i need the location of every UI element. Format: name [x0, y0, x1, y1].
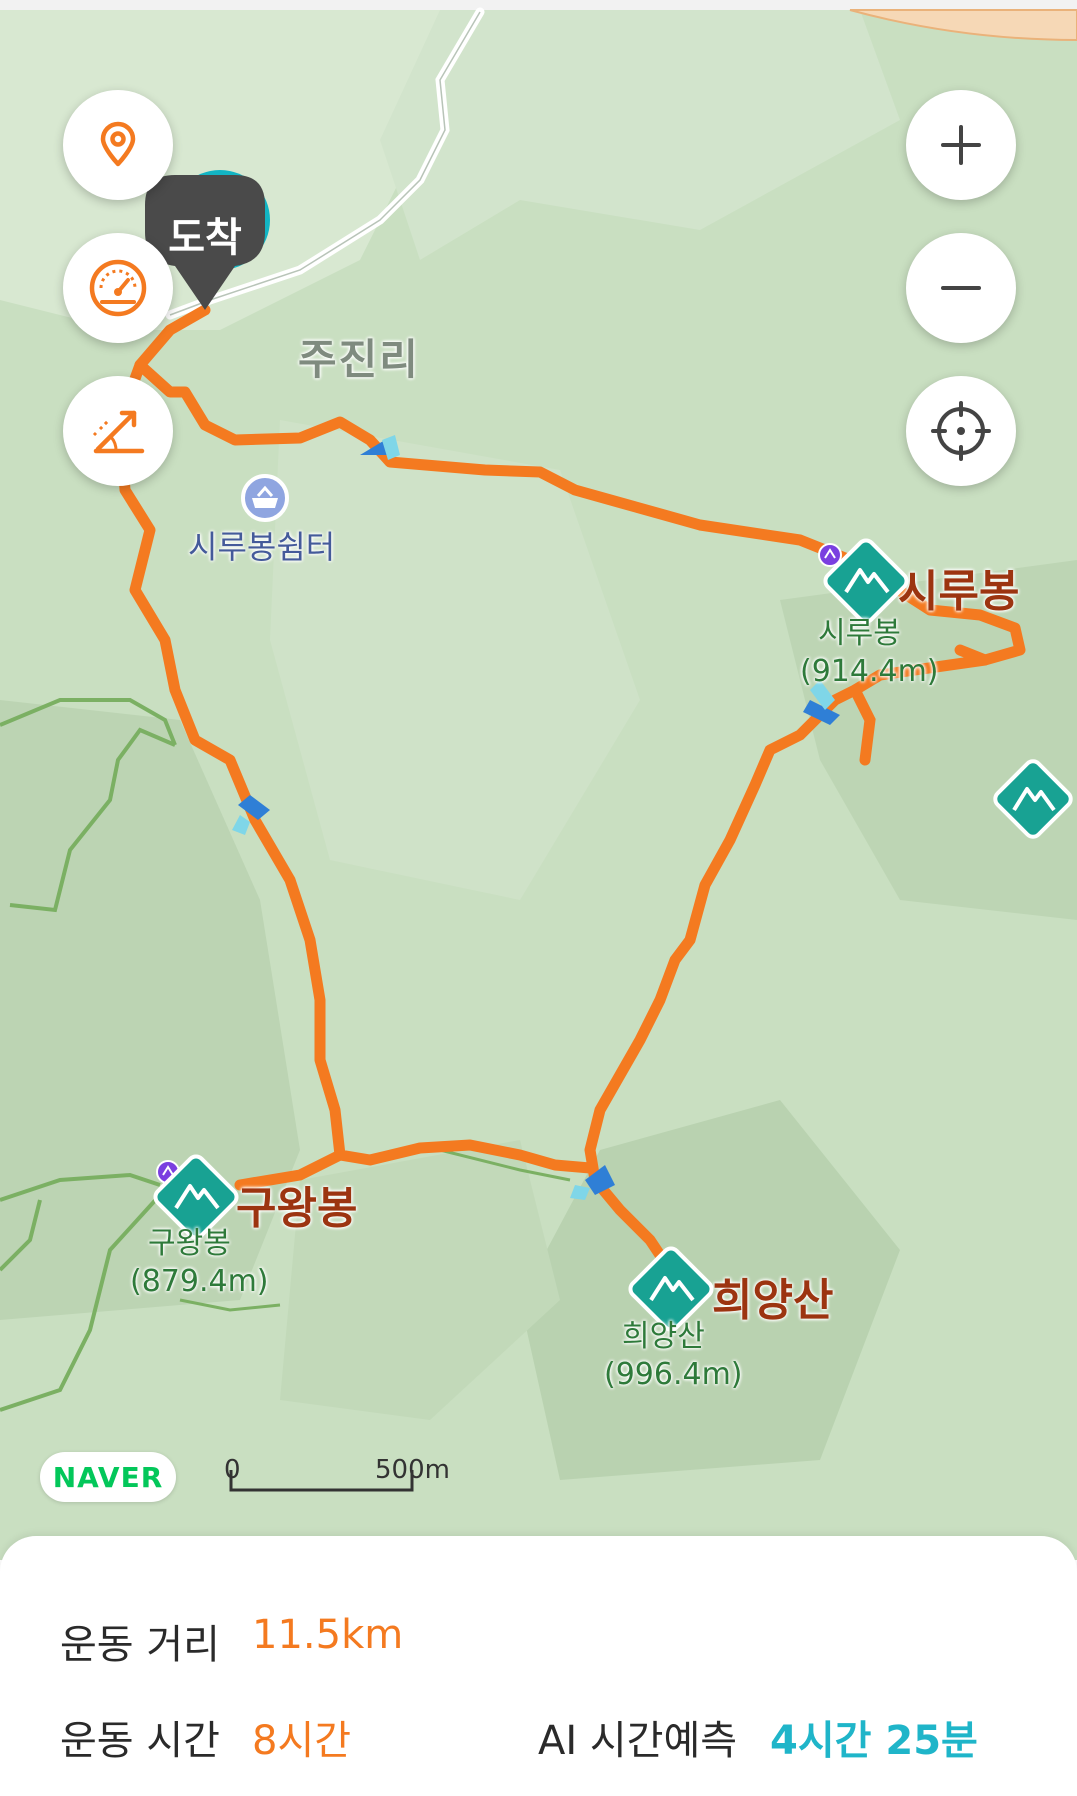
- time-value: 8시간: [252, 1718, 352, 1764]
- speedometer-icon: [89, 259, 147, 317]
- peak-elevation-1: (914.4m): [800, 654, 939, 689]
- shelter-label: 시루봉쉼터: [188, 528, 336, 566]
- distance-label: 운동 거리: [60, 1622, 220, 1668]
- distance-value: 11.5km: [252, 1612, 404, 1658]
- location-button[interactable]: [63, 90, 173, 200]
- zoom-out-button[interactable]: [906, 233, 1016, 343]
- scale-start-label: 0: [224, 1455, 241, 1485]
- speed-button[interactable]: [63, 233, 173, 343]
- zoom-in-button[interactable]: [906, 90, 1016, 200]
- ai-estimate-label: AI 시간예측: [538, 1718, 738, 1764]
- slope-icon: [92, 410, 145, 454]
- ai-estimate-value: 4시간 25분: [770, 1718, 978, 1764]
- peak-name-1: 시루봉: [898, 566, 1020, 617]
- village-label: 주진리: [298, 335, 420, 384]
- stats-panel: 운동 거리 11.5km 운동 시간 8시간 AI 시간예측 4시간 25분: [0, 1536, 1077, 1796]
- crosshair-icon: [931, 401, 991, 461]
- my-location-button[interactable]: [906, 376, 1016, 486]
- naver-logo: NAVER: [40, 1452, 176, 1502]
- time-label: 운동 시간: [60, 1718, 220, 1764]
- peak-name-3: 희양산: [712, 1275, 834, 1326]
- scale-end-label: 500m: [375, 1455, 450, 1485]
- map-view[interactable]: 도착 주진리 시루봉쉼터 시루봉 시루봉 (914.4m) 구왕봉 구왕봉 (8…: [0, 0, 1077, 1560]
- arrival-pin-label: 도착: [168, 215, 242, 261]
- peak-elevation-3: (996.4m): [604, 1357, 743, 1392]
- peak-sub-name-1: 시루봉: [818, 616, 901, 651]
- zoom-in-icon: [941, 125, 981, 165]
- location-pin-icon: [100, 121, 136, 167]
- zoom-out-icon: [941, 286, 981, 290]
- peak-name-2: 구왕봉: [236, 1183, 358, 1234]
- slope-button[interactable]: [63, 376, 173, 486]
- peak-sub-name-2: 구왕봉: [148, 1226, 231, 1261]
- peak-sub-name-3: 희양산: [622, 1319, 705, 1354]
- peak-elevation-2: (879.4m): [130, 1264, 269, 1299]
